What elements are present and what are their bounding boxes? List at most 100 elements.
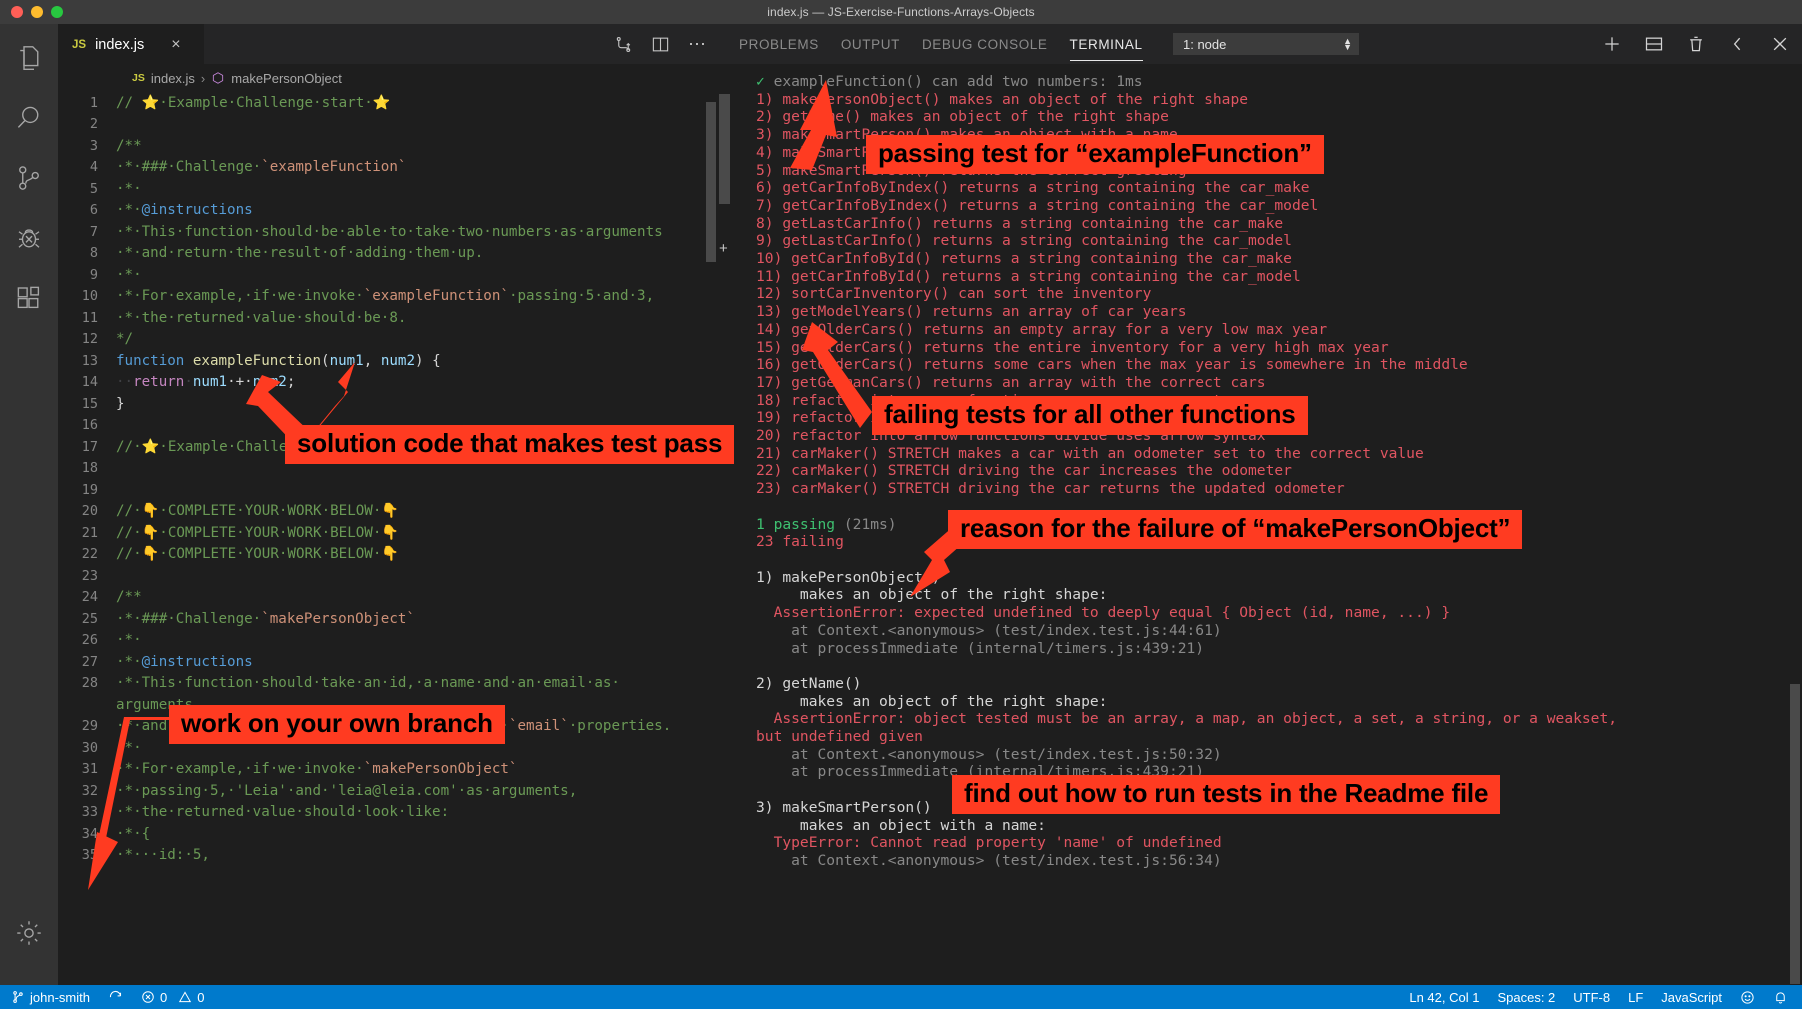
maximize-panel-icon[interactable] (1728, 34, 1748, 54)
terminal-selector[interactable]: 1: node ▲ ▼ (1173, 33, 1359, 55)
line-number: 19 (81, 481, 98, 498)
sync-status[interactable] (99, 985, 132, 1009)
line-number: 22 (81, 546, 98, 563)
terminal-right-scrollbar[interactable] (1790, 684, 1800, 984)
code-line[interactable]: 23 (58, 565, 718, 587)
code-line[interactable]: 31 ·*·For·example,·if·we·invoke·`makePers… (58, 759, 718, 781)
cursor-position[interactable]: Ln 42, Col 1 (1400, 985, 1488, 1009)
symbol-icon (211, 71, 225, 86)
breadcrumb-file[interactable]: index.js (151, 71, 195, 86)
terminal-line: 2) getName() makes an object of the righ… (756, 108, 1169, 126)
close-panel-icon[interactable] (1770, 34, 1790, 54)
terminal-line: at processImmediate (internal/timers.js:… (756, 639, 1205, 657)
terminal-line: makes an object of the right shape: (756, 586, 1108, 604)
terminal-line: 17) getGermanCars() returns an array wit… (756, 373, 1266, 391)
code-line[interactable]: 11 ·*·the·returned·value·should·be·8. (58, 307, 718, 329)
indentation[interactable]: Spaces: 2 (1488, 985, 1564, 1009)
line-number: 10 (81, 288, 98, 305)
code-line[interactable]: 25 ·*·###·Challenge·`makePersonObject` (58, 608, 718, 630)
feedback-smiley-icon[interactable] (1731, 985, 1764, 1009)
code-line-text: ·*·This·function·should·be·able·to·take·… (116, 223, 663, 240)
new-terminal-icon[interactable] (1602, 34, 1622, 54)
line-number: 18 (81, 460, 98, 477)
code-line[interactable]: 13 function exampleFunction(num1, num2) { (58, 350, 718, 372)
terminal-line: at Context.<anonymous> (test/index.test.… (756, 851, 1222, 869)
panel-tab-debug-console[interactable]: DEBUG CONSOLE (922, 24, 1048, 64)
terminal-scroll-gutter[interactable]: + (718, 64, 731, 985)
panel-tab-terminal[interactable]: TERMINAL (1069, 24, 1143, 64)
code-line[interactable]: 14 ··return·num1·+·num2; (58, 372, 718, 394)
code-line[interactable]: 19 (58, 479, 718, 501)
annotation-failure-reason: reason for the failure of “makePersonObj… (948, 510, 1523, 550)
notifications-bell-icon[interactable] (1764, 985, 1802, 1009)
code-line[interactable]: 4 ·*·###·Challenge·`exampleFunction` (58, 157, 718, 179)
terminal-line: 2) getName() (756, 674, 862, 692)
more-actions-icon[interactable]: ⋯ (688, 34, 706, 55)
terminal-line: ✓ exampleFunction() can add two numbers:… (756, 73, 1143, 90)
code-line[interactable]: 6 ·*·@instructions (58, 200, 718, 222)
eol[interactable]: LF (1619, 985, 1652, 1009)
panel-tab-problems[interactable]: PROBLEMS (739, 24, 819, 64)
editor-scrollbar[interactable] (706, 102, 716, 262)
code-line[interactable]: 27 ·*·@instructions (58, 651, 718, 673)
run-tests-icon[interactable] (614, 35, 633, 54)
code-line[interactable]: 5 ·*· (58, 178, 718, 200)
annotation-readme-tests: find out how to run tests in the Readme … (952, 775, 1501, 815)
line-number: 16 (81, 417, 98, 434)
code-line[interactable]: 21 //·👇·COMPLETE·YOUR·WORK·BELOW·👇 (58, 522, 718, 544)
terminal-line: but undefined given (756, 728, 923, 746)
breadcrumb-symbol[interactable]: makePersonObject (231, 71, 342, 86)
code-line[interactable]: 2 (58, 114, 718, 136)
code-line[interactable]: 9 ·*· (58, 264, 718, 286)
code-line[interactable]: 24 /** (58, 587, 718, 609)
problems-status[interactable]: 0 0 (132, 985, 213, 1009)
settings-gear-icon[interactable] (0, 903, 58, 963)
line-number: 21 (81, 524, 98, 541)
code-line[interactable]: 34 ·*·{ (58, 823, 718, 845)
code-line-text: ·*· (116, 739, 142, 756)
code-line-text: ·*·@instructions (116, 653, 253, 670)
code-line[interactable]: 1 // ⭐·Example·Challenge·start·⭐ (58, 92, 718, 114)
code-line[interactable]: 7 ·*·This·function·should·be·able·to·take… (58, 221, 718, 243)
branch-status[interactable]: john-smith (0, 985, 99, 1009)
code-line[interactable]: 3 /** (58, 135, 718, 157)
code-line[interactable]: 20 //·👇·COMPLETE·YOUR·WORK·BELOW·👇 (58, 501, 718, 523)
split-terminal-icon[interactable] (1644, 34, 1664, 54)
run-debug-icon[interactable] (0, 208, 58, 268)
code-line[interactable]: 33 ·*·the·returned·value·should·look·like… (58, 802, 718, 824)
error-icon (141, 990, 155, 1005)
code-line[interactable]: 32 ·*·passing·5,·'Leia'·and·'leia@leia.co… (58, 780, 718, 802)
search-icon[interactable] (0, 88, 58, 148)
terminal-marker-icon: + (719, 240, 728, 257)
line-number: 15 (81, 395, 98, 412)
line-number: 9 (89, 266, 98, 283)
terminal-line: 12) sortCarInventory() can sort the inve… (756, 285, 1152, 303)
code-line[interactable]: 28 ·*·This·function·should·take·an·id,·a·… (58, 673, 718, 695)
code-line[interactable]: 26 ·*· (58, 630, 718, 652)
line-number: 27 (81, 653, 98, 670)
code-line[interactable]: 8 ·*·and·return·the·result·of·adding·them… (58, 243, 718, 265)
split-editor-icon[interactable] (651, 35, 670, 54)
close-icon[interactable]: × (171, 36, 180, 53)
terminal-line: 11) getCarInfoById() returns a string co… (756, 267, 1301, 285)
code-line[interactable]: 22 //·👇·COMPLETE·YOUR·WORK·BELOW·👇 (58, 544, 718, 566)
code-line[interactable]: 10 ·*·For·example,·if·we·invoke·`exampleF… (58, 286, 718, 308)
code-line-text: } (116, 395, 125, 412)
panel-tab-output[interactable]: OUTPUT (841, 24, 900, 64)
code-editor[interactable]: 1// ⭐·Example·Challenge·start·⭐ 2 3/** 4 ·*·… (58, 92, 718, 985)
code-line[interactable]: 15} (58, 393, 718, 415)
encoding[interactable]: UTF-8 (1564, 985, 1619, 1009)
code-line[interactable]: 35 ·*···id:·5, (58, 845, 718, 867)
language-mode[interactable]: JavaScript (1652, 985, 1731, 1009)
kill-terminal-icon[interactable] (1686, 34, 1706, 54)
editor-tab-index-js[interactable]: JS index.js × (58, 24, 204, 64)
breadcrumb-separator: › (200, 70, 206, 86)
explorer-icon[interactable] (0, 28, 58, 88)
line-number: 5 (89, 180, 98, 197)
editor-tab-bar: JS index.js × ⋯ (58, 24, 718, 64)
extensions-icon[interactable] (0, 268, 58, 328)
source-control-icon[interactable] (0, 148, 58, 208)
code-line[interactable]: 12 */ (58, 329, 718, 351)
code-line-text: ·*·the·returned·value·should·look·like: (116, 804, 450, 821)
terminal-scrollbar-thumb[interactable] (719, 94, 730, 204)
